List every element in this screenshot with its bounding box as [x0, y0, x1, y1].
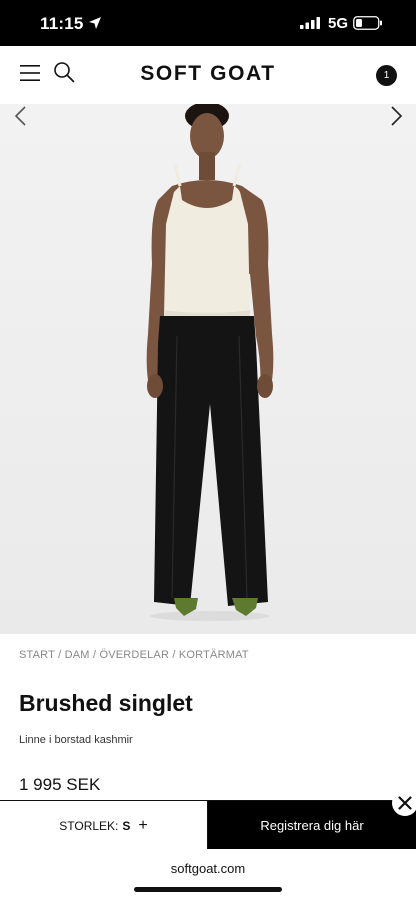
size-label: STORLEK:	[59, 818, 119, 833]
model-illustration	[0, 104, 416, 634]
breadcrumb: START / DAM / ÖVERDELAR / KORTÄRMAT	[19, 649, 249, 661]
breadcrumb-dam[interactable]: DAM	[65, 649, 90, 661]
location-arrow-icon	[89, 17, 101, 29]
product-image[interactable]	[0, 104, 416, 634]
cart-badge[interactable]: 1	[376, 65, 397, 86]
register-button[interactable]: Registrera dig här	[208, 801, 416, 850]
close-icon[interactable]	[392, 790, 416, 816]
breadcrumb-kortarmat[interactable]: KORTÄRMAT	[179, 649, 249, 661]
previous-image-arrow-icon[interactable]	[11, 104, 31, 128]
signal-icon	[300, 17, 320, 29]
status-time: 11:15	[40, 14, 84, 33]
size-value: S	[122, 818, 131, 833]
product-price: 1 995 SEK	[19, 775, 101, 794]
site-logo[interactable]: SOFT GOAT	[0, 62, 416, 86]
product-title: Brushed singlet	[19, 690, 193, 716]
browser-url-bar: softgoat.com	[0, 849, 416, 900]
site-header: SOFT GOAT 1	[0, 46, 416, 104]
size-selector-button[interactable]: STORLEK: S +	[0, 801, 208, 850]
status-bar: 11:15 5G	[0, 0, 416, 46]
network-label: 5G	[328, 15, 349, 32]
bottom-action-bar: STORLEK: S + Registrera dig här	[0, 800, 416, 850]
home-indicator[interactable]	[134, 887, 282, 892]
plus-icon: +	[138, 816, 148, 834]
breadcrumb-overdelar[interactable]: ÖVERDELAR	[99, 649, 169, 661]
url-text[interactable]: softgoat.com	[0, 861, 416, 876]
battery-icon	[353, 16, 382, 30]
product-subtitle: Linne i borstad kashmir	[19, 734, 133, 746]
next-image-arrow-icon[interactable]	[386, 104, 406, 128]
breadcrumb-start[interactable]: START	[19, 649, 55, 661]
